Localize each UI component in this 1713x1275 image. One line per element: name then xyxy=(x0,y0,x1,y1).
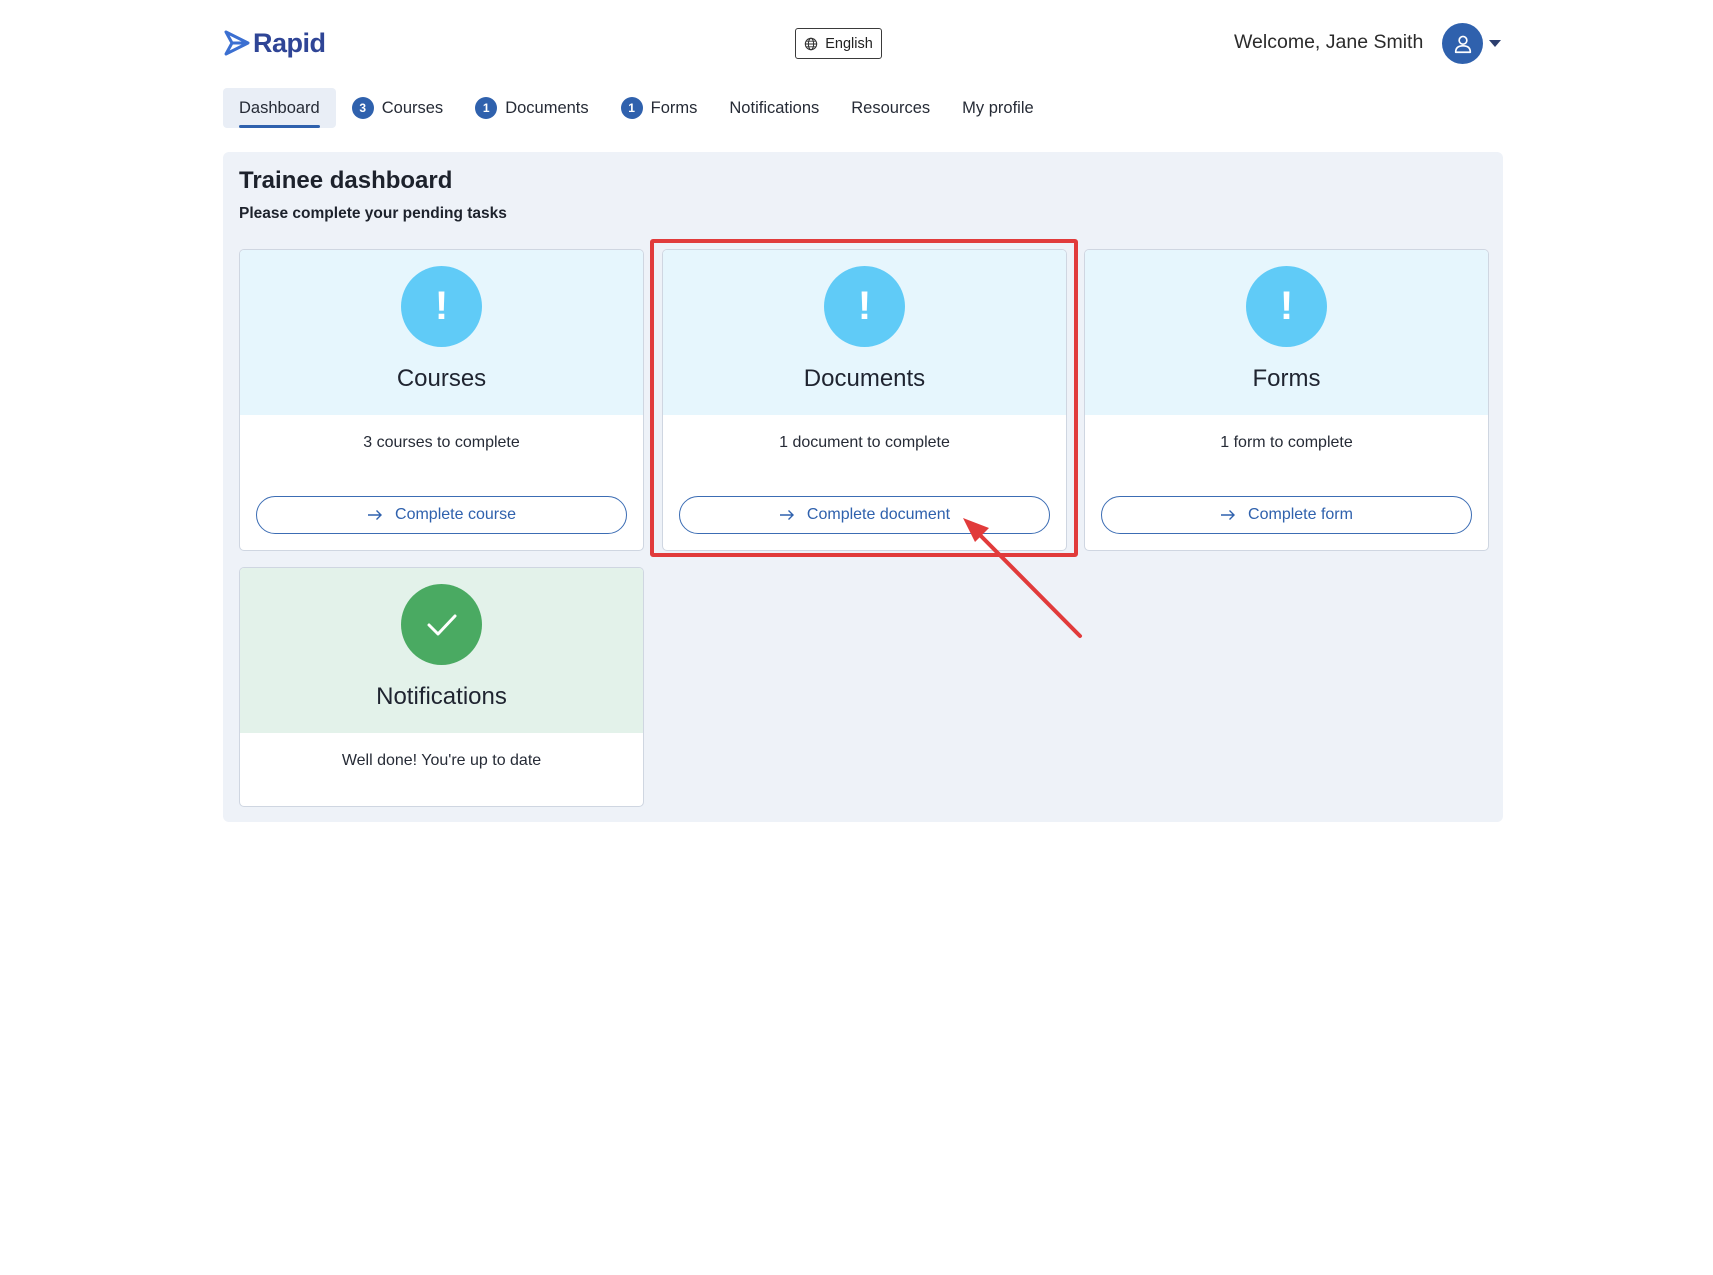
count-badge: 1 xyxy=(620,97,643,119)
user-icon xyxy=(1454,35,1471,53)
nav-item-label: Documents xyxy=(505,98,589,117)
card-header: Notifications xyxy=(240,568,643,733)
card-status-text: 1 form to complete xyxy=(1220,434,1353,451)
exclamation-icon: ! xyxy=(1246,266,1327,347)
logo-text: Rapid xyxy=(253,27,326,58)
nav-item-label: My profile xyxy=(962,98,1034,117)
user-avatar[interactable] xyxy=(1442,23,1483,64)
button-label: Complete form xyxy=(1248,506,1353,523)
card-status-text: 3 courses to complete xyxy=(363,434,520,451)
notifications-card: Notifications Well done! You're up to da… xyxy=(239,567,644,807)
nav-item-courses[interactable]: 3 Courses xyxy=(336,88,459,128)
count-badge: 1 xyxy=(475,97,498,119)
card-title: Notifications xyxy=(376,683,507,710)
nav-item-forms[interactable]: 1 Forms xyxy=(605,88,714,128)
caret-down-icon[interactable] xyxy=(1489,40,1501,47)
checkmark-icon xyxy=(401,584,482,665)
page-subtitle: Please complete your pending tasks xyxy=(239,205,507,222)
nav-item-label: Courses xyxy=(381,98,444,117)
rapid-logo[interactable]: Rapid xyxy=(223,27,326,59)
courses-card: ! Courses 3 courses to complete Complete… xyxy=(239,249,644,551)
forms-card: ! Forms 1 form to complete Complete form xyxy=(1084,249,1489,551)
card-title: Forms xyxy=(1252,365,1321,392)
arrow-right-icon xyxy=(1221,510,1236,520)
button-label: Complete course xyxy=(395,506,516,523)
nav-item-notifications[interactable]: Notifications xyxy=(713,88,835,128)
complete-course-button[interactable]: Complete course xyxy=(256,496,627,534)
language-button[interactable]: English xyxy=(795,28,882,59)
arrow-right-icon xyxy=(368,510,383,520)
complete-form-button[interactable]: Complete form xyxy=(1101,496,1472,534)
nav-item-label: Notifications xyxy=(729,98,820,117)
welcome-text: Welcome, Jane Smith xyxy=(1234,31,1424,53)
count-badge: 3 xyxy=(351,97,374,119)
nav-item-label: Dashboard xyxy=(239,98,320,117)
card-header: ! Courses xyxy=(240,250,643,415)
nav-item-label: Resources xyxy=(851,98,931,117)
nav-item-my-profile[interactable]: My profile xyxy=(946,88,1050,128)
language-label: English xyxy=(825,35,873,52)
page-title: Trainee dashboard xyxy=(239,167,453,194)
rapid-logo-icon xyxy=(224,30,250,56)
main-nav: Dashboard 3 Courses 1 Documents 1 Forms … xyxy=(223,88,1050,128)
globe-icon xyxy=(805,37,818,50)
nav-item-resources[interactable]: Resources xyxy=(835,88,946,128)
nav-item-label: Forms xyxy=(650,98,698,117)
nav-item-dashboard[interactable]: Dashboard xyxy=(223,88,336,128)
card-status-text: Well done! You're up to date xyxy=(341,752,542,769)
card-header: ! Forms xyxy=(1085,250,1488,415)
highlight-box xyxy=(650,239,1078,557)
nav-item-documents[interactable]: 1 Documents xyxy=(459,88,604,128)
card-title: Courses xyxy=(396,365,487,392)
exclamation-icon: ! xyxy=(401,266,482,347)
